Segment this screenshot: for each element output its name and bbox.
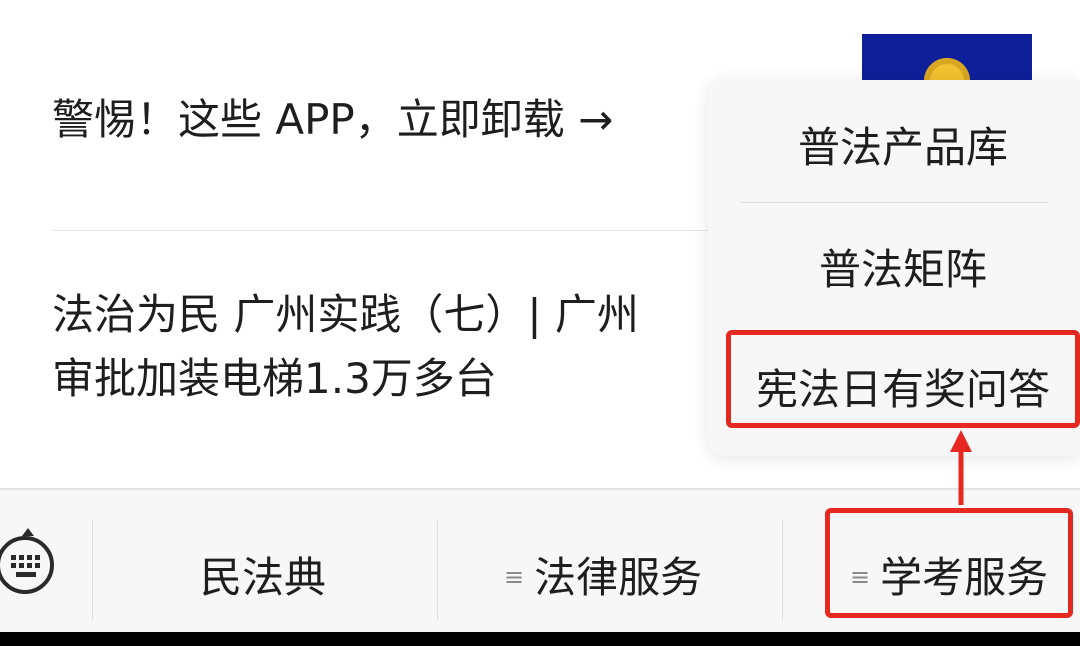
- highlight-box-tab: [825, 508, 1073, 618]
- tab-civil-code[interactable]: 民法典: [200, 546, 326, 610]
- menu-divider: [740, 202, 1048, 203]
- menu-item-pufa-products[interactable]: 普法产品库: [708, 116, 1080, 180]
- article-title-line: 法治为民 广州实践（七）| 广州: [52, 290, 639, 339]
- article-title[interactable]: 法治为民 广州实践（七）| 广州 审批加装电梯1.3万多台: [52, 283, 639, 411]
- highlight-box-menu-item: [726, 330, 1080, 428]
- system-bottom-bar: [0, 632, 1080, 646]
- article-title[interactable]: 警惕！这些 APP，立即卸载 →: [52, 88, 613, 152]
- tab-separator: [437, 520, 438, 620]
- tab-label: 法律服务: [534, 553, 703, 602]
- caret-up-icon: [22, 528, 34, 536]
- tab-separator: [782, 520, 783, 620]
- keyboard-keys: [11, 555, 41, 577]
- article-title-line: 审批加装电梯1.3万多台: [52, 354, 497, 403]
- tab-label: 民法典: [200, 553, 327, 602]
- tab-separator: [92, 520, 93, 620]
- tab-legal-services[interactable]: ≡ 法律服务: [504, 546, 702, 613]
- menu-icon: ≡: [504, 562, 525, 591]
- menu-item-pufa-matrix[interactable]: 普法矩阵: [708, 238, 1080, 302]
